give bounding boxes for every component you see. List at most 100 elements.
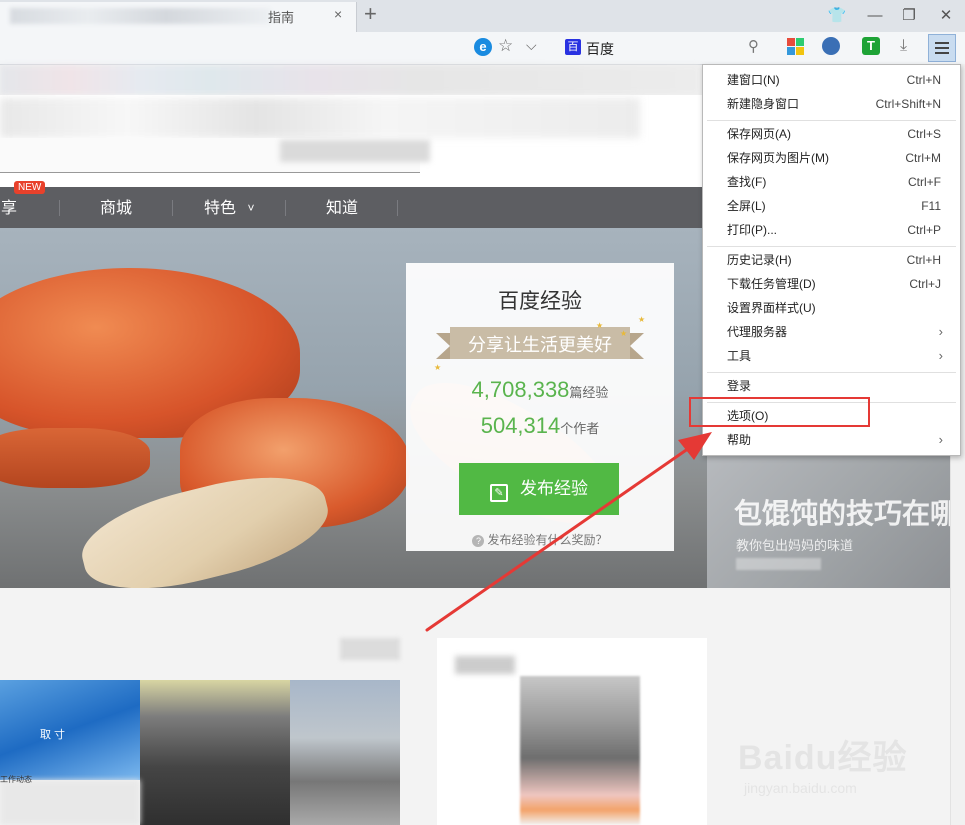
tab-close-icon[interactable]: ×: [334, 6, 342, 22]
article-thumbnail-pixelated[interactable]: [0, 680, 400, 825]
ribbon-tail: [436, 333, 450, 359]
menu-item-label: 设置界面样式(U): [727, 301, 816, 315]
slogan-text: 分享让生活更美好: [468, 335, 612, 355]
side-banner-meta-blurred: [736, 558, 821, 570]
nav-divider: [285, 200, 286, 216]
edit-icon: ✎: [490, 484, 508, 502]
hamburger-icon: [935, 42, 949, 44]
chevron-right-icon: ›: [938, 324, 943, 339]
menu-item-login[interactable]: 登录: [703, 374, 960, 398]
experience-count-value: 4,708,338: [471, 377, 570, 402]
app-grid-icon[interactable]: [787, 38, 805, 56]
chevron-right-icon: ›: [938, 432, 943, 447]
chevron-right-icon: ›: [938, 348, 943, 363]
close-window-button[interactable]: ✕: [935, 5, 957, 27]
star-icon[interactable]: ☆: [498, 36, 513, 56]
new-tab-button[interactable]: +: [364, 1, 377, 27]
menu-item-shortcut: F11: [921, 199, 941, 213]
skin-icon[interactable]: 👕: [826, 5, 848, 27]
menu-item-label: 全屏(L): [727, 199, 766, 213]
reward-link[interactable]: ? 发布经验有什么奖励？: [406, 531, 674, 548]
menu-item-new-window[interactable]: 建窗口(N) Ctrl+N: [703, 68, 960, 92]
author-count-value: 504,314: [480, 413, 561, 438]
nav-item-featured[interactable]: 特色: [198, 187, 242, 228]
menu-item-downloads[interactable]: 下载任务管理(D) Ctrl+J: [703, 272, 960, 296]
menu-item-save-page[interactable]: 保存网页(A) Ctrl+S: [703, 122, 960, 146]
baidu-jingyan-watermark: Baidu经验 jingyan.baidu.com: [738, 716, 938, 806]
menu-item-shortcut: Ctrl+M: [905, 151, 941, 165]
menu-item-appearance[interactable]: 设置界面样式(U): [703, 296, 960, 320]
main-menu-button[interactable]: [928, 34, 956, 62]
publish-experience-button[interactable]: ✎ 发布经验: [459, 463, 619, 515]
search-button-blurred: [280, 140, 430, 162]
menu-item-label: 下载任务管理(D): [727, 277, 816, 291]
menu-item-shortcut: Ctrl+H: [906, 253, 941, 267]
nav-divider: [397, 200, 398, 216]
menu-item-proxy[interactable]: 代理服务器 ›: [703, 320, 960, 344]
card-title: 百度经验: [498, 290, 582, 313]
nav-item-mall[interactable]: 商城: [72, 187, 160, 228]
header-blurred: [0, 98, 640, 138]
featured-image-pixelated[interactable]: [520, 676, 640, 825]
new-badge: NEW: [14, 181, 46, 194]
menu-item-label: 帮助: [727, 433, 752, 447]
nav-item-share[interactable]: 享: [0, 187, 18, 228]
reward-link-label: 发布经验有什么奖励？: [487, 533, 608, 547]
menu-item-shortcut: Ctrl+J: [909, 277, 941, 291]
side-banner-subtitle: 教你包出妈妈的味道: [736, 538, 854, 553]
side-banner-title: 包馄饨的技巧在哪: [734, 498, 950, 529]
t-extension-icon[interactable]: T: [862, 37, 880, 55]
publish-button-label: 发布经验: [520, 479, 588, 498]
ie-engine-icon[interactable]: e: [474, 38, 492, 56]
shield-icon[interactable]: [822, 37, 840, 55]
menu-item-label: 登录: [727, 379, 752, 393]
minimize-button[interactable]: —: [864, 5, 886, 27]
experience-count: 4,708,338篇经验: [406, 377, 674, 403]
menu-item-help[interactable]: 帮助 ›: [703, 428, 960, 452]
menu-item-label: 保存网页(A): [727, 127, 791, 141]
watermark-url: jingyan.baidu.com: [744, 780, 857, 796]
restore-button[interactable]: ❐: [898, 5, 920, 27]
menu-item-shortcut: Ctrl+S: [907, 127, 941, 141]
download-icon[interactable]: ⤓: [900, 37, 907, 55]
menu-item-label: 新建隐身窗口: [727, 97, 800, 111]
section-heading-blurred: [340, 638, 400, 660]
menu-item-label: 建窗口(N): [727, 73, 780, 87]
menu-item-label: 代理服务器: [727, 325, 788, 339]
star-decoration-icon: ★: [638, 315, 646, 324]
stats-card: 百度经验 分享让生活更美好 ★ ★ ★ ★ 4,708,338篇经验 504,3…: [406, 263, 674, 551]
menu-item-label: 打印(P)...: [727, 223, 777, 237]
watermark-text: Baidu经验: [738, 739, 908, 777]
menu-item-history[interactable]: 历史记录(H) Ctrl+H: [703, 248, 960, 272]
menu-item-save-as-image[interactable]: 保存网页为图片(M) Ctrl+M: [703, 146, 960, 170]
menu-item-print[interactable]: 打印(P)... Ctrl+P: [703, 218, 960, 242]
baidu-paw-icon[interactable]: 百: [565, 39, 581, 55]
menu-separator: [707, 372, 956, 373]
star-decoration-icon: ★: [620, 329, 628, 338]
thumbnail-caption: 取 寸: [40, 729, 66, 741]
menu-item-label: 历史记录(H): [727, 253, 792, 267]
thumbnail-caption-small: 工作动态: [0, 775, 32, 784]
author-count: 504,314个作者: [406, 413, 674, 439]
chevron-down-icon[interactable]: ⌵: [526, 37, 537, 54]
menu-separator: [707, 120, 956, 121]
menu-item-find[interactable]: 查找(F) Ctrl+F: [703, 170, 960, 194]
crab-image: [0, 428, 150, 488]
menu-item-label: 查找(F): [727, 175, 767, 189]
ribbon-tail: [630, 333, 644, 359]
nav-divider: [172, 200, 173, 216]
side-banner[interactable]: 包馄饨的技巧在哪 教你包出妈妈的味道: [707, 440, 950, 588]
menu-item-label: 保存网页为图片(M): [727, 151, 829, 165]
options-highlight-box: [689, 397, 870, 427]
search-icon[interactable]: ⚲: [748, 37, 759, 55]
chevron-down-icon[interactable]: ˅: [244, 187, 258, 228]
tab-title-blurred: [10, 8, 270, 24]
star-decoration-icon: ★: [434, 363, 442, 372]
nav-item-zhidao[interactable]: 知道: [298, 187, 386, 228]
menu-item-fullscreen[interactable]: 全屏(L) F11: [703, 194, 960, 218]
search-engine-label[interactable]: 百度: [586, 39, 614, 59]
menu-item-tools[interactable]: 工具 ›: [703, 344, 960, 368]
menu-item-label: 工具: [727, 349, 752, 363]
menu-item-incognito-window[interactable]: 新建隐身窗口 Ctrl+Shift+N: [703, 92, 960, 116]
experience-count-unit: 篇经验: [569, 385, 609, 400]
